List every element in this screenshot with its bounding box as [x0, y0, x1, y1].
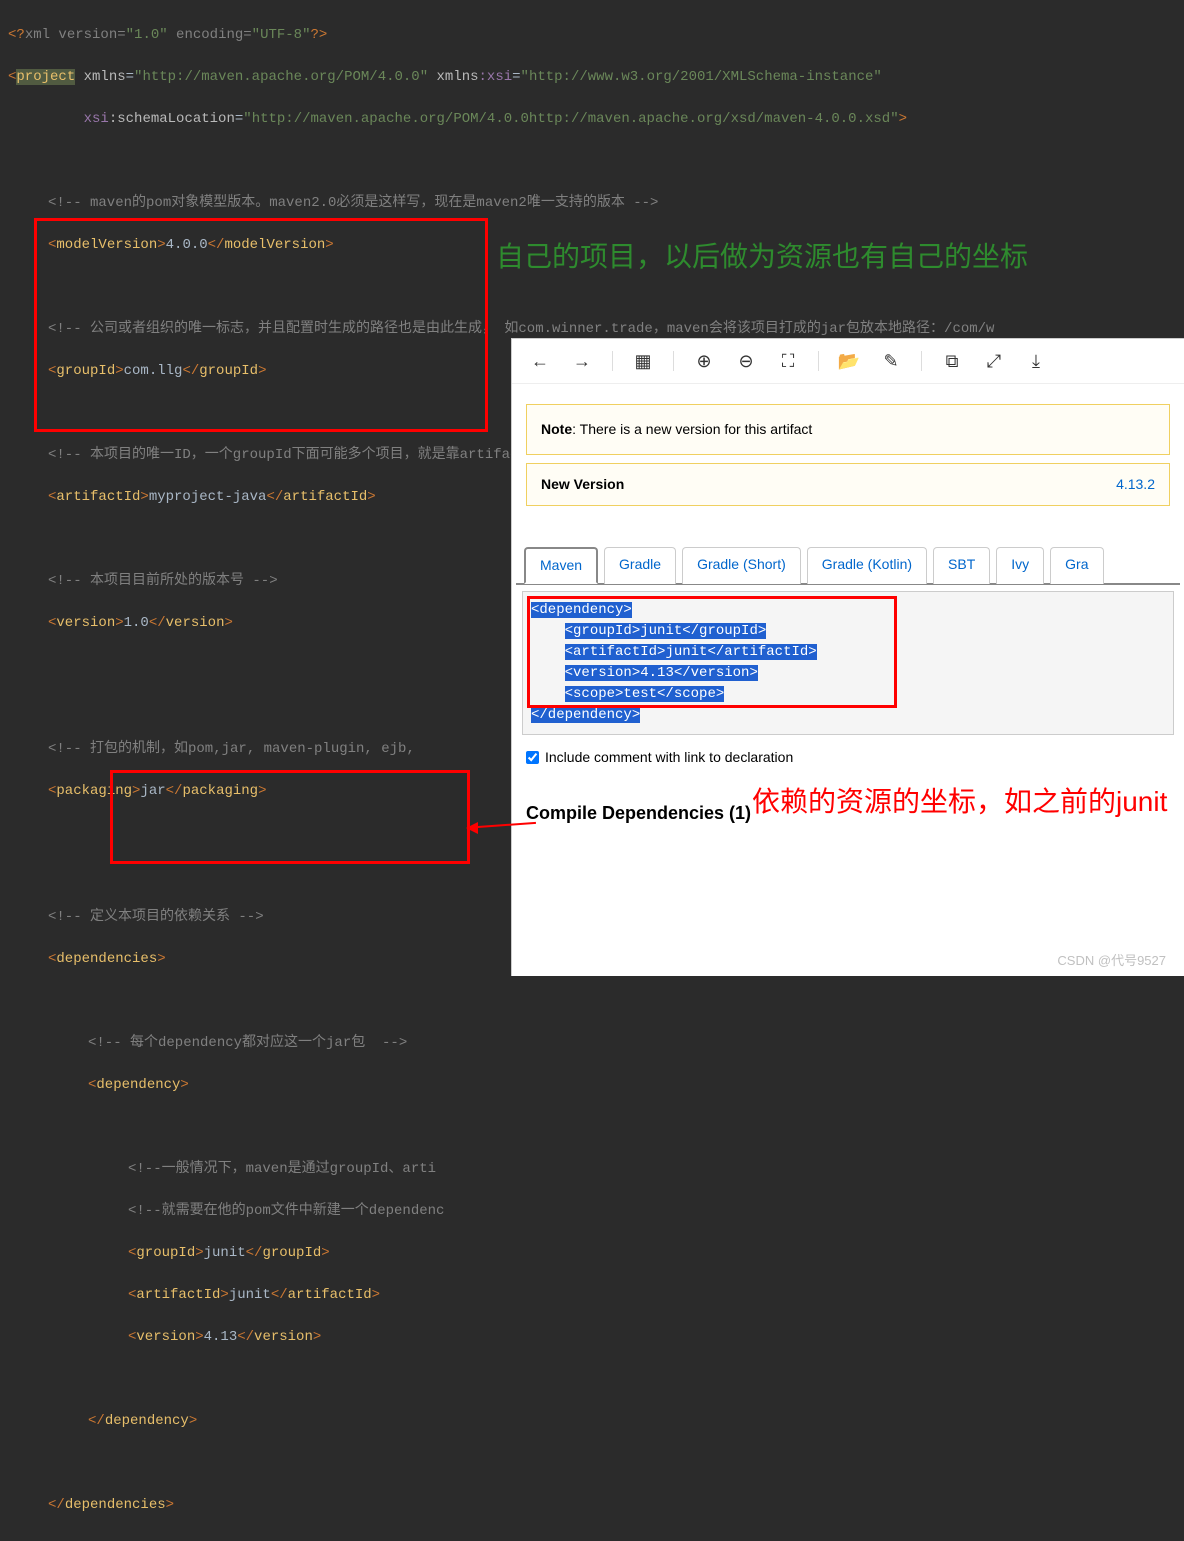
- forward-icon[interactable]: →: [570, 349, 594, 373]
- note-label: Note: [541, 421, 572, 437]
- arrow-head-icon: [466, 822, 478, 834]
- dep-version: 4.13: [204, 1329, 238, 1345]
- maven-snippet[interactable]: <dependency> <groupId>junit</groupId> <a…: [522, 591, 1174, 735]
- back-icon[interactable]: ←: [528, 349, 552, 373]
- artifactid-value: myproject-java: [149, 489, 267, 505]
- comment-group: <!-- 公司或者组织的唯一标志，并且配置时生成的路径也是由此生成， 如com.…: [48, 321, 994, 337]
- include-comment-row: Include comment with link to declaration: [526, 747, 1170, 768]
- comment-deps: <!-- 定义本项目的依赖关系 -->: [48, 909, 264, 925]
- dep-artifactid: junit: [229, 1287, 271, 1303]
- tab-maven[interactable]: Maven: [524, 547, 598, 584]
- comment-model: <!-- maven的pom对象模型版本。maven2.0必须是这样写，现在是m…: [48, 195, 658, 211]
- project-tag: project: [16, 69, 75, 85]
- edit-icon[interactable]: ✎: [879, 349, 903, 373]
- include-comment-checkbox[interactable]: [526, 751, 539, 764]
- tab-sbt[interactable]: SBT: [933, 547, 990, 584]
- snippet-red-box: [527, 596, 897, 708]
- browser-toolbar: ← → ▦ ⊕ ⊖ ⛶ 📂 ✎ ⧉ ⤢ ⤓: [512, 339, 1184, 384]
- new-version-link[interactable]: 4.13.2: [1116, 474, 1155, 495]
- grid-icon[interactable]: ▦: [631, 349, 655, 373]
- copy-icon[interactable]: ⧉: [940, 349, 964, 373]
- groupid-value: com.llg: [124, 363, 183, 379]
- include-comment-label: Include comment with link to declaration: [545, 747, 793, 768]
- note-box: Note: There is a new version for this ar…: [526, 404, 1170, 455]
- tab-gradle[interactable]: Gradle: [604, 547, 676, 584]
- fullscreen-icon[interactable]: ⤢: [982, 349, 1006, 373]
- xml-declaration: <?xml version="1.0" encoding="UTF-8"?>: [8, 27, 327, 43]
- watermark: CSDN @代号9527: [1057, 951, 1166, 971]
- download-icon[interactable]: ⤓: [1024, 349, 1048, 373]
- open-icon[interactable]: 📂: [837, 349, 861, 373]
- dep-groupid: junit: [204, 1245, 246, 1261]
- tab-gradle-short[interactable]: Gradle (Short): [682, 547, 801, 584]
- fit-icon[interactable]: ⛶: [776, 349, 800, 373]
- green-annotation-text: 自己的项目，以后做为资源也有自己的坐标: [496, 236, 1136, 278]
- tabs-row: Maven Gradle Gradle (Short) Gradle (Kotl…: [516, 546, 1180, 585]
- comment-version: <!-- 本项目目前所处的版本号 -->: [48, 573, 278, 589]
- version-value: 1.0: [124, 615, 149, 631]
- browser-panel: ← → ▦ ⊕ ⊖ ⛶ 📂 ✎ ⧉ ⤢ ⤓ Note: There is a n…: [511, 338, 1184, 976]
- comment-dep-each: <!-- 每个dependency都对应这一个jar包 -->: [88, 1035, 407, 1051]
- new-version-label: New Version: [541, 474, 624, 495]
- zoom-in-icon[interactable]: ⊕: [692, 349, 716, 373]
- comment-packaging: <!-- 打包的机制，如pom,jar, maven-plugin, ejb,: [48, 741, 415, 757]
- zoom-out-icon[interactable]: ⊖: [734, 349, 758, 373]
- tab-ivy[interactable]: Ivy: [996, 547, 1044, 584]
- note-text: : There is a new version for this artifa…: [572, 421, 812, 437]
- tab-grape[interactable]: Gra: [1050, 547, 1103, 584]
- tab-gradle-kotlin[interactable]: Gradle (Kotlin): [807, 547, 927, 584]
- new-version-row: New Version 4.13.2: [526, 463, 1170, 506]
- red-annotation-text: 依赖的资源的坐标，如之前的junit: [752, 782, 1182, 821]
